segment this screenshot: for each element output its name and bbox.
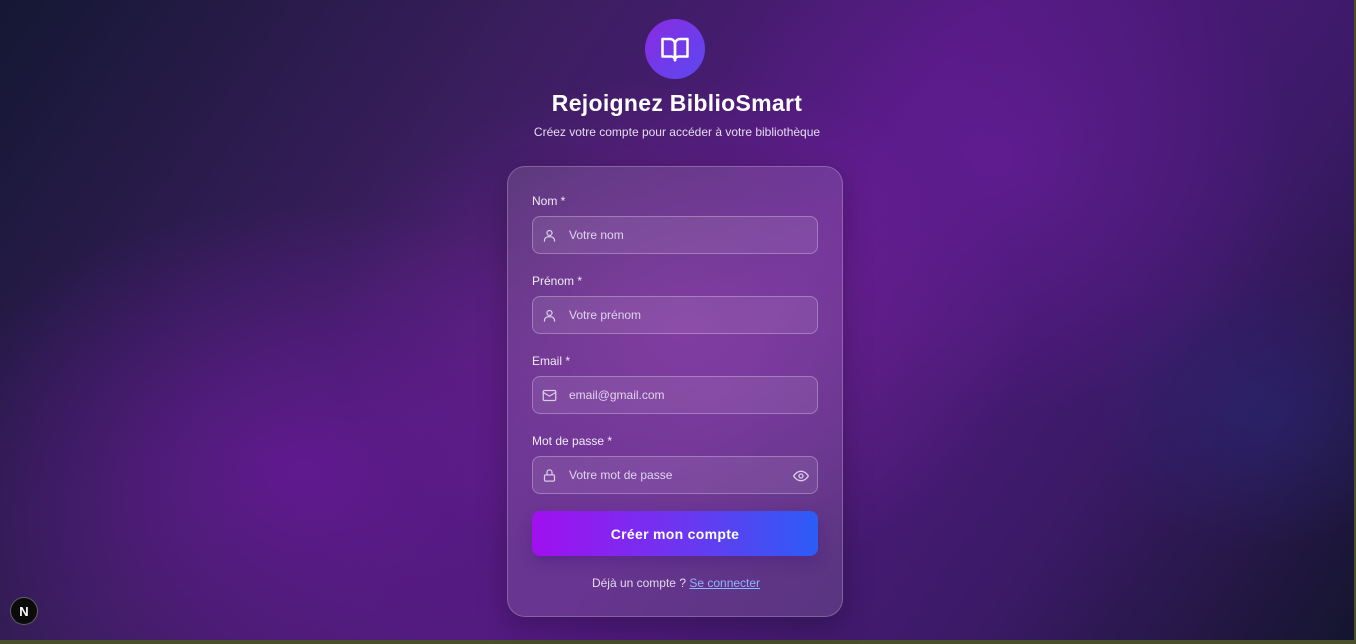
- eye-icon[interactable]: [793, 468, 809, 484]
- email-field[interactable]: email@gmail.com: [532, 376, 818, 414]
- login-prompt: Déjà un compte ? Se connecter: [508, 576, 844, 590]
- password-label: Mot de passe *: [532, 434, 613, 448]
- password-placeholder: Votre mot de passe: [569, 468, 673, 482]
- page-subtitle: Créez votre compte pour accéder à votre …: [533, 125, 821, 139]
- create-account-button[interactable]: Créer mon compte: [532, 511, 818, 556]
- login-prompt-text: Déjà un compte ?: [591, 576, 690, 590]
- email-placeholder: email@gmail.com: [569, 388, 665, 402]
- dev-tools-badge-label: N: [19, 603, 29, 619]
- prenom-placeholder: Votre prénom: [569, 308, 642, 322]
- login-link[interactable]: Se connecter: [689, 576, 760, 590]
- signup-card: Nom * Votre nom Prénom * Votre prénom Em…: [507, 166, 843, 617]
- prenom-label: Prénom *: [532, 274, 583, 288]
- dev-tools-badge[interactable]: N: [10, 597, 38, 625]
- logo: [645, 19, 705, 79]
- mail-icon: [542, 389, 557, 402]
- page-background: Rejoignez BiblioSmart Créez votre compte…: [0, 0, 1354, 640]
- user-icon: [543, 309, 556, 322]
- password-field[interactable]: Votre mot de passe: [532, 456, 818, 494]
- nom-field[interactable]: Votre nom: [532, 216, 818, 254]
- lock-icon: [543, 469, 556, 482]
- user-icon: [543, 229, 556, 242]
- page-title: Rejoignez BiblioSmart: [551, 90, 803, 116]
- prenom-field[interactable]: Votre prénom: [532, 296, 818, 334]
- nom-label: Nom *: [532, 194, 566, 208]
- nom-placeholder: Votre nom: [569, 228, 624, 242]
- email-label: Email *: [532, 354, 571, 368]
- open-book-icon: [661, 37, 689, 62]
